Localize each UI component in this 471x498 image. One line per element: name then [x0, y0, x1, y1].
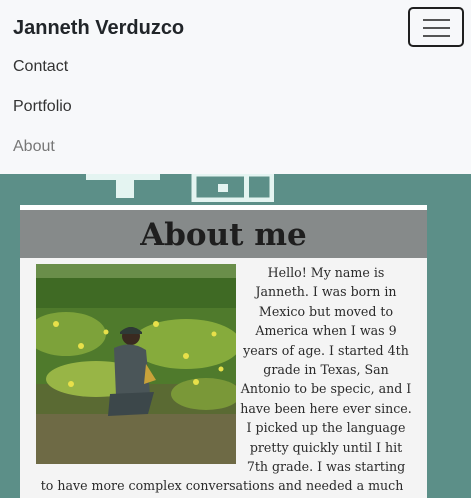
computer-icon [86, 174, 274, 202]
nav-link-portfolio[interactable]: Portfolio [13, 98, 72, 116]
about-bio-text: Hello! My name is Janneth. I was born in… [40, 265, 412, 498]
navbar-toggler-button[interactable] [408, 7, 464, 47]
brand-link[interactable]: Janneth Verduzco [13, 17, 184, 40]
nav-link-contact[interactable]: Contact [13, 58, 68, 76]
about-title: About me [140, 217, 307, 253]
about-card: About me Hello! My name is Janneth. I wa… [20, 205, 427, 498]
nav-link-about[interactable]: About [13, 138, 55, 156]
navbar: Janneth Verduzco Contact Portfolio About [0, 0, 471, 174]
about-card-body: Hello! My name is Janneth. I was born in… [20, 258, 427, 498]
about-card-header: About me [20, 210, 427, 258]
